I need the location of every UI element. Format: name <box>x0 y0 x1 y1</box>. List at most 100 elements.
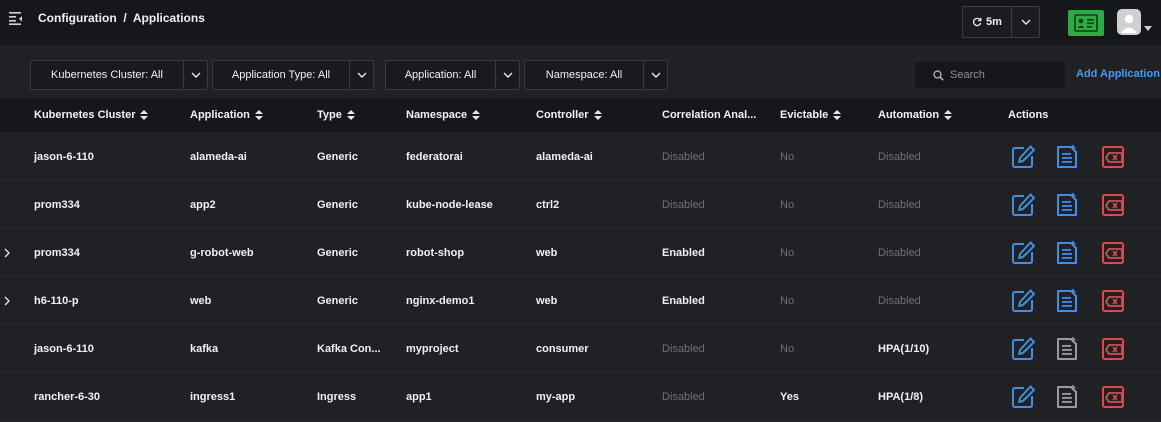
cell-controller: web <box>536 295 558 307</box>
detail-button[interactable] <box>1054 336 1080 362</box>
cell-namespace: robot-shop <box>406 247 465 259</box>
namespace-filter[interactable]: Namespace: All <box>524 60 668 90</box>
search-input[interactable] <box>950 69 1050 81</box>
cell-controller: web <box>536 247 558 259</box>
cell-automation: Disabled <box>878 295 921 307</box>
detail-button[interactable] <box>1054 384 1080 410</box>
filter-dropdown-toggle[interactable] <box>349 61 373 89</box>
cell-application: web <box>190 295 212 307</box>
detail-button[interactable] <box>1054 240 1080 266</box>
column-header-actions: Actions <box>1008 98 1048 132</box>
filter-label: Kubernetes Cluster: All <box>51 69 163 81</box>
column-header-kubernetes-cluster[interactable]: Kubernetes Cluster <box>34 98 149 132</box>
kubernetes-cluster-filter[interactable]: Kubernetes Cluster: All <box>30 60 208 90</box>
filter-dropdown-toggle[interactable] <box>495 61 519 89</box>
filter-dropdown-toggle[interactable] <box>183 61 207 89</box>
column-label: Namespace <box>406 109 468 121</box>
chevron-down-icon[interactable] <box>1144 26 1152 32</box>
application-filter[interactable]: Application: All <box>385 60 520 90</box>
column-header-type[interactable]: Type <box>317 98 355 132</box>
edit-button[interactable] <box>1010 240 1036 266</box>
delete-button[interactable] <box>1100 384 1126 410</box>
delete-button[interactable] <box>1100 336 1126 362</box>
chevron-down-icon <box>651 72 660 78</box>
cell-cluster: jason-6-110 <box>34 151 94 163</box>
sort-icon <box>593 110 602 120</box>
cell-cluster: h6-110-p <box>34 295 79 307</box>
edit-button[interactable] <box>1010 288 1036 314</box>
detail-button[interactable] <box>1054 288 1080 314</box>
delete-button[interactable] <box>1100 144 1126 170</box>
cell-evictable: No <box>780 247 795 259</box>
column-header-evictable[interactable]: Evictable <box>780 98 842 132</box>
cell-cluster: prom334 <box>34 199 80 211</box>
edit-icon <box>1012 337 1035 360</box>
document-add-icon <box>1057 193 1077 216</box>
row-expand-toggle[interactable] <box>4 277 11 325</box>
cell-application: ingress1 <box>190 391 236 403</box>
chevron-right-icon <box>4 248 10 258</box>
filter-dropdown-toggle[interactable] <box>643 61 667 89</box>
id-card-icon <box>1074 14 1098 32</box>
cell-correlation: Disabled <box>662 391 705 403</box>
cell-cluster: jason-6-110 <box>34 343 94 355</box>
cell-type: Generic <box>317 295 358 307</box>
filter-label: Application: All <box>404 69 477 81</box>
chevron-down-icon <box>357 72 366 78</box>
sort-icon <box>346 110 355 120</box>
user-avatar[interactable] <box>1117 9 1141 35</box>
refresh-icon <box>972 17 982 27</box>
column-label: Application <box>190 109 250 121</box>
table-row: h6-110-p web Generic nginx-demo1 web Enabled N… <box>0 277 1161 325</box>
chevron-down-icon <box>1021 19 1031 25</box>
application-type-filter[interactable]: Application Type: All <box>212 60 374 90</box>
row-expand-toggle[interactable] <box>4 229 11 277</box>
id-card-button[interactable] <box>1068 10 1104 36</box>
column-header-correlation-analysis: Correlation Anal... <box>662 98 756 132</box>
sort-icon <box>944 110 953 120</box>
detail-button[interactable] <box>1054 192 1080 218</box>
cell-correlation: Disabled <box>662 151 705 163</box>
delete-button[interactable] <box>1100 192 1126 218</box>
document-add-icon <box>1057 145 1077 168</box>
user-avatar-icon <box>1121 14 1137 33</box>
refresh-button[interactable]: 5m <box>963 7 1011 37</box>
column-label: Type <box>317 109 342 121</box>
cell-cluster: rancher-6-30 <box>34 391 101 403</box>
sort-icon <box>254 110 263 120</box>
cell-type: Ingress <box>317 391 357 403</box>
edit-button[interactable] <box>1010 192 1036 218</box>
column-label: Correlation Anal... <box>662 109 757 121</box>
cell-namespace: kube-node-lease <box>406 199 493 211</box>
column-header-controller[interactable]: Controller <box>536 98 602 132</box>
detail-button[interactable] <box>1054 144 1080 170</box>
column-header-application[interactable]: Application <box>190 98 263 132</box>
column-header-namespace[interactable]: Namespace <box>406 98 481 132</box>
edit-button[interactable] <box>1010 144 1036 170</box>
document-add-icon <box>1057 385 1077 408</box>
refresh-interval-value: 5m <box>986 16 1002 28</box>
cell-evictable: Yes <box>780 391 799 403</box>
cell-automation: HPA(1/10) <box>878 343 930 355</box>
column-label: Controller <box>536 109 589 121</box>
table-row: prom334 g-robot-web Generic robot-shop web En… <box>0 229 1161 277</box>
delete-icon <box>1102 194 1124 216</box>
table-row: jason-6-110 kafka Kafka Con... myproject con… <box>0 325 1161 373</box>
cell-type: Generic <box>317 199 358 211</box>
menu-collapse-icon[interactable] <box>9 11 23 25</box>
cell-type: Generic <box>317 247 358 259</box>
edit-button[interactable] <box>1010 336 1036 362</box>
cell-automation: Disabled <box>878 199 921 211</box>
cell-application: g-robot-web <box>190 247 254 259</box>
sort-icon <box>140 110 149 120</box>
table-row: jason-6-110 alameda-ai Generic federatorai a… <box>0 133 1161 181</box>
table-row: prom334 app2 Generic kube-node-lease ctrl2 Di… <box>0 181 1161 229</box>
delete-button[interactable] <box>1100 240 1126 266</box>
edit-button[interactable] <box>1010 384 1036 410</box>
refresh-interval-dropdown[interactable] <box>1012 7 1040 37</box>
cell-evictable: No <box>780 343 795 355</box>
delete-button[interactable] <box>1100 288 1126 314</box>
add-application-button[interactable]: Add Application <box>1076 68 1160 80</box>
chevron-right-icon <box>4 296 10 306</box>
column-header-automation[interactable]: Automation <box>878 98 953 132</box>
